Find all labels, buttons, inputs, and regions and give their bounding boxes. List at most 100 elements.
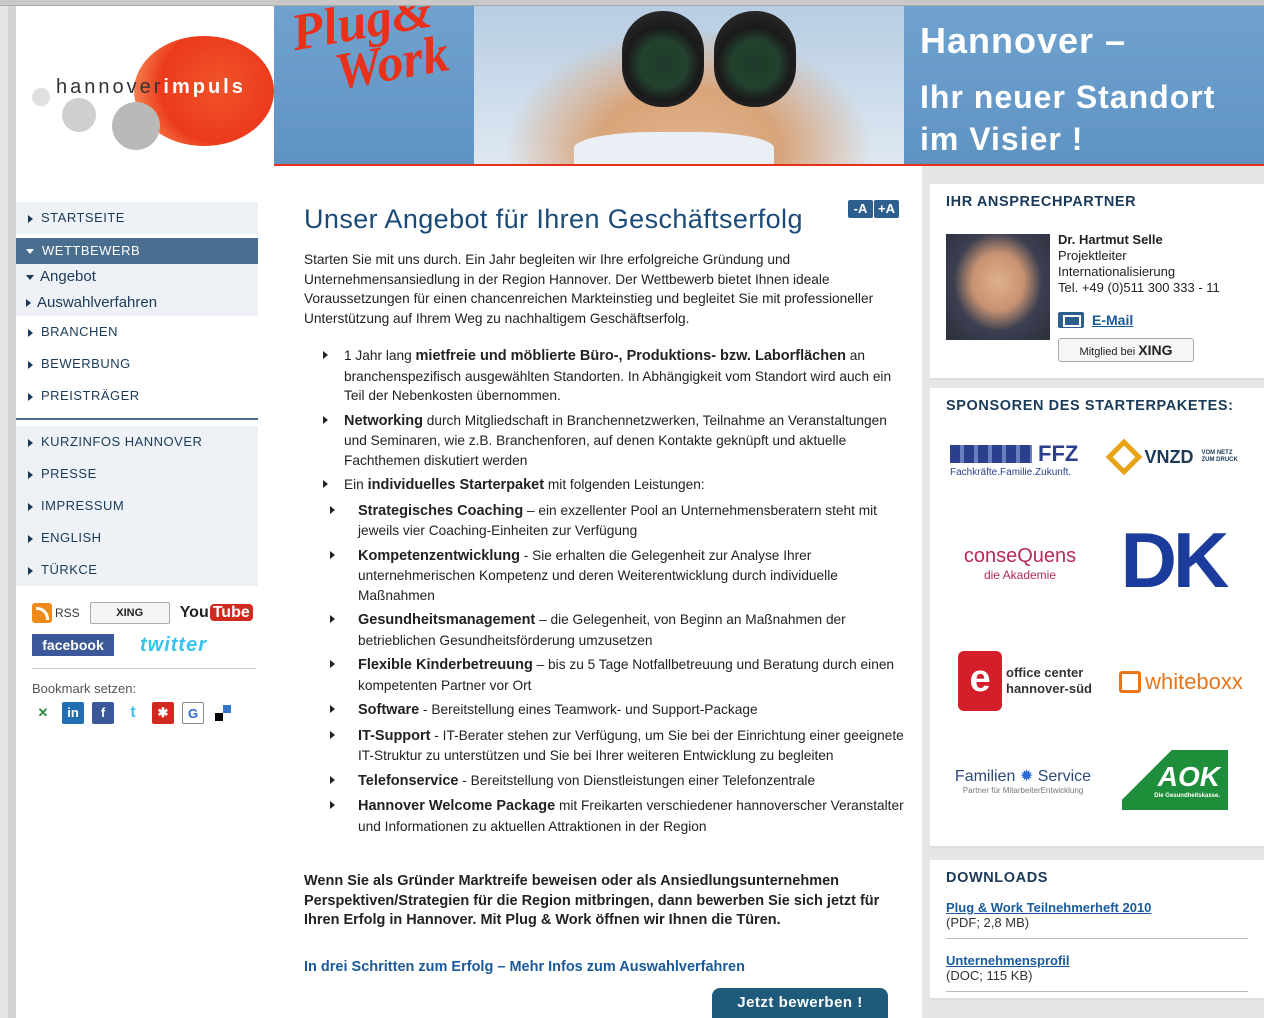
contact-photo: [946, 234, 1050, 340]
familien-subtext: Partner für MitarbeiterEntwicklung: [962, 785, 1084, 795]
caret-right-icon: [28, 470, 33, 479]
whiteboxx-icon: [1119, 671, 1142, 693]
download-link[interactable]: Plug & Work Teilnehmerheft 2010: [946, 900, 1248, 915]
sponsor-whiteboxx[interactable]: whiteboxx: [1106, 664, 1256, 700]
nav-group: STARTSEITE: [16, 202, 258, 234]
nav-item-startseite[interactable]: STARTSEITE: [16, 202, 258, 234]
text-bold: individuelles Starterpaket: [367, 477, 545, 493]
nav-item-wettbewerb[interactable]: WETTBEWERB: [16, 238, 258, 264]
photo-shirt: [574, 132, 774, 166]
google-icon[interactable]: G: [182, 702, 204, 724]
logo-text-gray: hannover: [56, 76, 164, 98]
list-item: Telefonservice - Bereitstellung von Dien…: [320, 771, 904, 792]
nav-label: BEWERBUNG: [41, 356, 131, 371]
apply-button[interactable]: Jetzt bewerben !: [712, 988, 888, 1018]
nav-label: IMPRESSUM: [41, 498, 125, 513]
vnzd-text: VNZD: [1144, 446, 1194, 467]
xing-member-badge[interactable]: Mitglied bei XING: [1058, 338, 1194, 362]
xing-badge-text: Mitglied bei: [1079, 346, 1136, 358]
sponsor-dk[interactable]: DK: [1108, 516, 1238, 604]
social-row: facebook twitter: [32, 632, 256, 658]
nav-subgroup: Angebot Auswahlverfahren: [16, 264, 258, 316]
xing-link[interactable]: XING: [89, 602, 170, 624]
caret-right-icon: [28, 360, 33, 369]
sponsors-box: SPONSOREN DES STARTERPAKETES: FFZ Fachkr…: [930, 388, 1264, 848]
consequens-subtext: die Akademie: [983, 567, 1057, 582]
sponsor-consequens[interactable]: conseQuens die Akademie: [950, 538, 1090, 588]
nav-item-bewerbung[interactable]: BEWERBUNG: [16, 348, 258, 380]
text-bold: Kompetenzentwicklung: [358, 547, 520, 564]
sponsor-familien-service[interactable]: Familien ✹ Service Partner für Mitarbeit…: [948, 758, 1098, 802]
nav-divider: [16, 418, 258, 420]
auswahlverfahren-link[interactable]: In drei Schritten zum Erfolg – Mehr Info…: [304, 959, 745, 975]
office-center-e-icon: e: [958, 651, 1003, 711]
text-bold: Strategisches Coaching: [358, 502, 524, 519]
nav-label: Angebot: [40, 268, 96, 285]
youtube-link[interactable]: You Tube: [180, 604, 253, 622]
starter-package-list: Strategisches Coaching – ein exzellenter…: [330, 501, 904, 837]
nav-label: WETTBEWERB: [42, 243, 141, 258]
download-meta: (DOC; 115 KB): [946, 968, 1033, 983]
email-link[interactable]: E-Mail: [1058, 312, 1133, 328]
nav-item-impressum[interactable]: IMPRESSUM: [16, 490, 258, 522]
nav-item-tuerkce[interactable]: TÜRKCE: [16, 554, 258, 586]
nav-sub-angebot[interactable]: Angebot: [16, 264, 258, 290]
text-bold: Hannover Welcome Package: [358, 798, 556, 814]
text: - IT-Berater stehen zur Verfügung, um Si…: [358, 727, 904, 764]
divider: [32, 668, 256, 669]
office-center-text: office center hannover-süd: [1006, 665, 1092, 697]
nav-sub-auswahlverfahren[interactable]: Auswahlverfahren: [16, 290, 258, 316]
logo-line2: Work: [330, 25, 454, 102]
contact-name: Dr. Hartmut Selle: [1058, 232, 1163, 247]
social-links: RSS XING You Tube facebook twitter Bookma…: [32, 600, 256, 724]
caret-right-icon: [28, 438, 33, 447]
caret-right-icon: [28, 534, 33, 543]
nav-item-kurzinfos[interactable]: KURZINFOS HANNOVER: [16, 426, 258, 458]
bookmark-label: Bookmark setzen:: [32, 681, 137, 696]
nav-group: KURZINFOS HANNOVER PRESSE IMPRESSUM ENGL…: [16, 426, 258, 586]
hannoverimpuls-logo[interactable]: hannoverimpuls: [16, 6, 274, 171]
text-bold: mietfreie und möblierte Büro-, Produktio…: [415, 348, 846, 364]
nav-item-branchen[interactable]: BRANCHEN: [16, 316, 258, 348]
logo-gray-dot: [112, 102, 160, 150]
twitter-icon[interactable]: t: [122, 702, 144, 724]
downloads-box: DOWNLOADS Plug & Work Teilnehmerheft 201…: [930, 860, 1264, 1000]
facebook-icon[interactable]: f: [92, 702, 114, 724]
caret-right-icon: [28, 214, 33, 223]
misterwong-icon[interactable]: ✱: [152, 702, 174, 724]
text: 1 Jahr lang: [344, 348, 416, 363]
sponsor-ffz[interactable]: FFZ Fachkräfte.Familie.Zukunft.: [950, 434, 1090, 484]
envelope-icon: [1058, 312, 1084, 328]
ffz-subtext: Fachkräfte.Familie.Zukunft.: [950, 466, 1072, 478]
nav-label: KURZINFOS HANNOVER: [41, 434, 203, 449]
sponsor-office-center[interactable]: e office center hannover-süd: [950, 644, 1100, 718]
nav-item-english[interactable]: ENGLISH: [16, 522, 258, 554]
plug-and-work-logo[interactable]: Plug& Work: [287, 6, 454, 103]
linkedin-icon[interactable]: in: [62, 702, 84, 724]
rss-link[interactable]: RSS: [32, 603, 80, 623]
caret-down-icon: [26, 249, 34, 255]
headline-line2: Ihr neuer Standort: [920, 79, 1216, 115]
sponsor-aok[interactable]: AOK Die Gesundheitskasse.: [1122, 750, 1228, 810]
twitter-link[interactable]: twitter: [140, 634, 207, 657]
delicious-icon[interactable]: [212, 702, 234, 724]
font-size-controls: -A +A: [848, 200, 899, 218]
text-bold: Networking: [344, 412, 423, 429]
font-larger-button[interactable]: +A: [874, 200, 899, 218]
ffz-text: FFZ: [1038, 440, 1079, 466]
familien-star-icon: ✹: [1019, 767, 1034, 785]
logo-text: hannoverimpuls: [56, 76, 246, 99]
text-bold: Flexible Kinderbetreuung: [358, 657, 533, 673]
closing-text: Wenn Sie als Gründer Marktreife beweisen…: [304, 873, 880, 928]
download-item: Unternehmensprofil (DOC; 115 KB): [946, 953, 1248, 992]
xing-badge-brand: XING: [1138, 342, 1173, 358]
social-row: RSS XING You Tube: [32, 600, 256, 626]
ffz-logo: FFZ: [950, 441, 1078, 467]
sponsor-vnzd[interactable]: VNZD VOM NETZ ZUM DRUCK: [1105, 438, 1246, 476]
xing-bookmark-icon[interactable]: ✕: [32, 702, 54, 724]
font-smaller-button[interactable]: -A: [848, 200, 873, 218]
nav-item-presse[interactable]: PRESSE: [16, 458, 258, 490]
download-link[interactable]: Unternehmensprofil: [946, 953, 1248, 968]
nav-item-preistraeger[interactable]: PREISTRÄGER: [16, 380, 258, 412]
facebook-link[interactable]: facebook: [32, 634, 114, 656]
